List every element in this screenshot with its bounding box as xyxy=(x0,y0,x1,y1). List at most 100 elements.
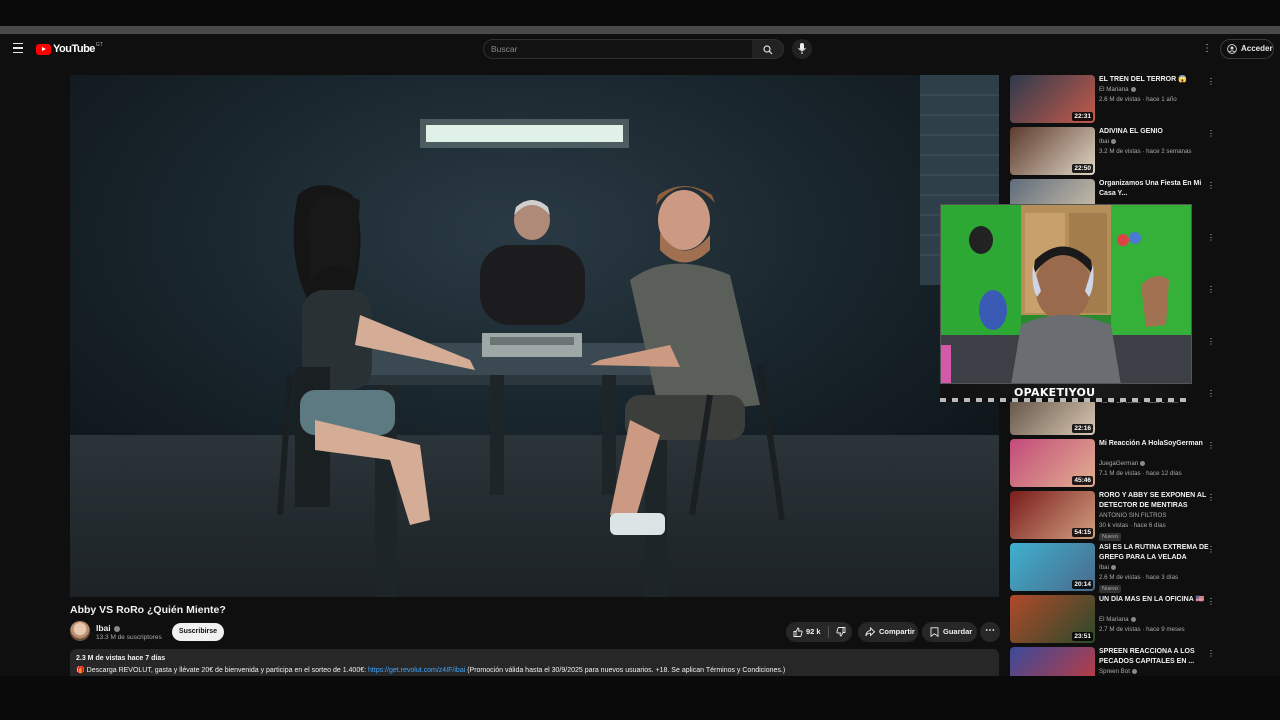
recommendation-channel[interactable]: JuegaGerman xyxy=(1099,460,1146,467)
logo-country: GT xyxy=(95,42,103,48)
webcam-feed xyxy=(940,204,1192,384)
webcam-stripe xyxy=(940,398,1192,402)
screen: YouTube GT Buscar ⋮ Acceder Abby VS RoRo… xyxy=(0,0,1280,720)
duration-badge: 45:46 xyxy=(1072,476,1093,485)
recommendation-title[interactable]: Mi Reacción A HolaSoyGerman xyxy=(1099,439,1209,449)
recommendation-item[interactable]: 23:51 UN DÍA MAS EN LA OFICINA 🇺🇸 El Maria… xyxy=(1010,595,1218,645)
recommendation-channel-name[interactable]: ANTONIO SIN FILTROS xyxy=(1099,512,1167,519)
recommendation-title[interactable]: UN DÍA MAS EN LA OFICINA 🇺🇸 xyxy=(1099,595,1209,605)
recommendation-item[interactable]: 22:50 ADIVINA EL GENIO Ibai 3.2 M de vistas… xyxy=(1010,127,1218,177)
recommendation-channel-name[interactable]: Ibai xyxy=(1099,564,1109,571)
video-thumbnail[interactable] xyxy=(1010,647,1095,676)
description-suffix: (Promoción válida hasta el 30/9/2025 par… xyxy=(465,667,786,674)
mic-icon xyxy=(798,43,806,54)
like-count: 92 k xyxy=(806,627,821,636)
recommendation-channel-name[interactable]: Ibai xyxy=(1099,138,1109,145)
channel-avatar[interactable] xyxy=(70,621,90,641)
search-button[interactable] xyxy=(752,39,784,59)
recommendation-title[interactable]: EL TREN DEL TERROR 😱 xyxy=(1099,75,1209,85)
menu-icon[interactable] xyxy=(10,40,26,56)
more-vert-icon[interactable]: ⋮ xyxy=(1207,440,1215,452)
description-link[interactable]: https://get.revolut.com/z4IF/ibai xyxy=(368,667,465,674)
recommendation-title[interactable]: RORO Y ABBY SE EXPONEN AL DETECTOR DE ME… xyxy=(1099,491,1209,511)
search-placeholder: Buscar xyxy=(491,44,518,54)
subscriber-count: 13.3 M de suscriptores xyxy=(96,634,162,641)
new-badge: Nuevo xyxy=(1099,585,1121,593)
recommendation-item[interactable]: 45:46 Mi Reacción A HolaSoyGerman JuegaGer… xyxy=(1010,439,1218,489)
recommendation-channel-name[interactable]: El Mariana xyxy=(1099,616,1129,623)
verified-icon xyxy=(1131,668,1137,674)
duration-badge: 20:14 xyxy=(1072,580,1093,589)
video-thumbnail[interactable]: 54:15 xyxy=(1010,491,1095,539)
account-icon xyxy=(1227,44,1237,54)
channel-name-text[interactable]: Ibai xyxy=(96,623,111,633)
masthead: YouTube GT Buscar ⋮ Acceder xyxy=(0,34,1280,64)
recommendation-channel[interactable]: El Mariana xyxy=(1099,616,1136,623)
recommendation-item[interactable]: 54:15 RORO Y ABBY SE EXPONEN AL DETECTOR … xyxy=(1010,491,1218,541)
video-thumbnail[interactable]: 20:14 xyxy=(1010,543,1095,591)
more-vert-icon[interactable]: ⋮ xyxy=(1207,336,1215,348)
recommendation-channel-name[interactable]: JuegaGerman xyxy=(1099,460,1138,467)
video-player[interactable] xyxy=(70,75,999,597)
recommendation-item[interactable]: 22:31 EL TREN DEL TERROR 😱 El Mariana 2.6 M… xyxy=(1010,75,1218,125)
more-vert-icon[interactable]: ⋮ xyxy=(1207,388,1215,400)
recommendation-title[interactable]: Organizamos Una Fiesta En Mi Casa Y... xyxy=(1099,179,1209,199)
search-input[interactable]: Buscar xyxy=(483,39,753,59)
video-thumbnail[interactable]: 22:31 xyxy=(1010,75,1095,123)
signin-label: Acceder xyxy=(1241,44,1273,53)
recommendation-meta: 2.7 M de vistas · hace 9 meses xyxy=(1099,626,1185,633)
share-icon xyxy=(865,627,875,637)
dislike-button[interactable] xyxy=(832,622,852,642)
bottom-black-bar xyxy=(0,676,1280,720)
recommendation-channel[interactable]: ANTONIO SIN FILTROS xyxy=(1099,512,1167,519)
like-button[interactable]: 92 k xyxy=(786,622,828,642)
video-thumbnail[interactable]: 22:50 xyxy=(1010,127,1095,175)
share-button[interactable]: Compartir xyxy=(858,622,918,642)
recommendation-item[interactable]: SPREEN REACCIONA A LOS PECADOS CAPITALES… xyxy=(1010,647,1218,676)
video-thumbnail[interactable]: 45:46 xyxy=(1010,439,1095,487)
subscribe-button[interactable]: Suscribirse xyxy=(172,623,224,641)
youtube-logo[interactable]: YouTube GT xyxy=(36,42,103,56)
logo-text: YouTube xyxy=(53,43,95,55)
recommendation-title[interactable]: ASÍ ES LA RUTINA EXTREMA DE GREFG PARA L… xyxy=(1099,543,1209,563)
recommendation-item[interactable]: 20:14 ASÍ ES LA RUTINA EXTREMA DE GREFG P… xyxy=(1010,543,1218,593)
channel-name[interactable]: Ibai xyxy=(96,623,120,633)
like-dislike-group: 92 k xyxy=(786,622,852,642)
search-icon xyxy=(763,45,773,55)
recommendation-channel[interactable]: Ibai xyxy=(1099,138,1116,145)
recommendation-title[interactable]: ADIVINA EL GENIO xyxy=(1099,127,1209,137)
description-box[interactable]: 2.3 M de vistas hace 7 días 🎁 Descarga R… xyxy=(70,649,999,676)
more-vert-icon[interactable]: ⋮ xyxy=(1207,76,1215,88)
like-separator xyxy=(828,626,829,638)
description-prefix: 🎁 Descarga REVOLUT, gasta y llévate 20€ … xyxy=(76,667,368,674)
recommendation-channel-name[interactable]: Spreen Bot xyxy=(1099,668,1130,675)
mic-button[interactable] xyxy=(792,39,812,59)
more-actions-button[interactable]: ⋯ xyxy=(980,622,1000,642)
video-frame xyxy=(70,75,999,597)
more-vert-icon[interactable]: ⋮ xyxy=(1202,42,1212,56)
signin-button[interactable]: Acceder xyxy=(1220,39,1274,59)
save-button[interactable]: Guardar xyxy=(922,622,977,642)
recommendation-title[interactable]: SPREEN REACCIONA A LOS PECADOS CAPITALES… xyxy=(1099,647,1209,667)
recommendation-channel[interactable]: Ibai xyxy=(1099,564,1116,571)
more-vert-icon[interactable]: ⋮ xyxy=(1207,596,1215,608)
more-vert-icon[interactable]: ⋮ xyxy=(1207,648,1215,660)
more-vert-icon[interactable]: ⋮ xyxy=(1207,544,1215,556)
more-vert-icon[interactable]: ⋮ xyxy=(1207,492,1215,504)
more-vert-icon[interactable]: ⋮ xyxy=(1207,128,1215,140)
youtube-app: YouTube GT Buscar ⋮ Acceder Abby VS RoRo… xyxy=(0,34,1280,676)
more-vert-icon[interactable]: ⋮ xyxy=(1207,232,1215,244)
recommendation-channel[interactable]: Spreen Bot xyxy=(1099,668,1137,675)
verified-icon xyxy=(1130,86,1136,92)
share-label: Compartir xyxy=(879,627,915,636)
youtube-logo-icon xyxy=(36,43,51,55)
recommendation-channel-name[interactable]: El Mariana xyxy=(1099,86,1129,93)
duration-badge: 54:15 xyxy=(1072,528,1093,537)
more-vert-icon[interactable]: ⋮ xyxy=(1207,284,1215,296)
verified-icon xyxy=(1110,138,1116,144)
dislike-icon xyxy=(836,627,846,637)
more-vert-icon[interactable]: ⋮ xyxy=(1207,180,1215,192)
verified-icon xyxy=(1110,564,1116,570)
video-thumbnail[interactable]: 23:51 xyxy=(1010,595,1095,643)
recommendation-channel[interactable]: El Mariana xyxy=(1099,86,1136,93)
